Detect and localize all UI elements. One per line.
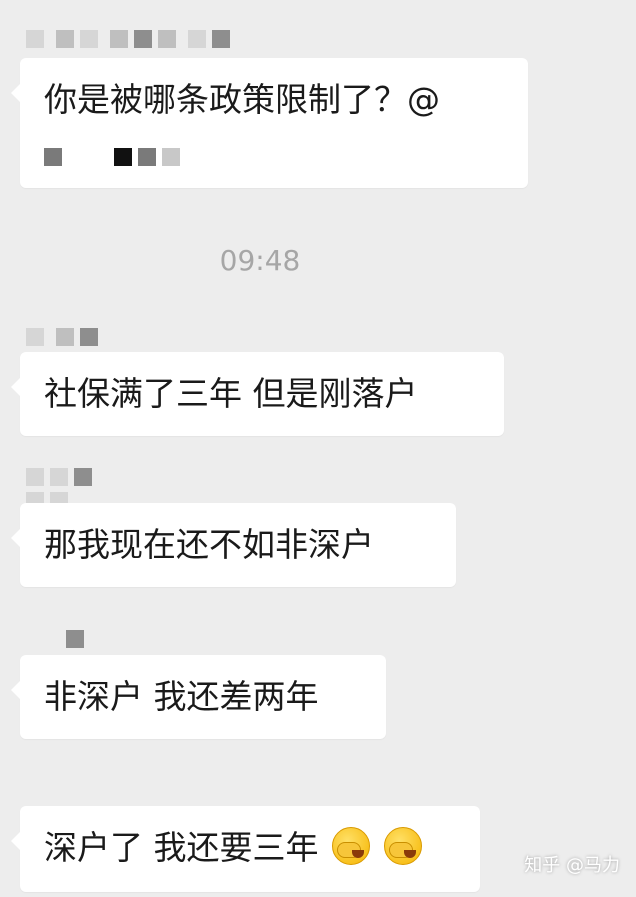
message-bubble[interactable]: 深户了 我还要三年 [11, 806, 480, 892]
message-text: 你是被哪条政策限制了？@ [44, 80, 440, 119]
message-text: 非深户 我还差两年 [44, 677, 319, 716]
watermark: 知乎 @马力 [524, 855, 620, 876]
message-bubble[interactable]: 那我现在还不如非深户 [11, 503, 456, 587]
facepalm-emoji-icon [383, 827, 422, 865]
facepalm-emoji-icon [332, 827, 370, 865]
message-bubble[interactable]: 非深户 我还差两年 [11, 655, 386, 739]
message-text: 社保满了三年 但是刚落户 [44, 374, 418, 413]
message-text: 深户了 我还要三年 [44, 828, 319, 867]
sender-name-pixelated [66, 630, 84, 648]
mention-pixelated [44, 148, 180, 166]
sender-name-pixelated [26, 30, 230, 48]
message-text: 那我现在还不如非深户 [44, 525, 374, 564]
sender-name-pixelated [26, 328, 98, 346]
timestamp: 09:48 [219, 244, 301, 277]
message-bubble[interactable]: 社保满了三年 但是刚落户 [11, 352, 504, 436]
message-bubble[interactable]: 你是被哪条政策限制了？@ [11, 58, 528, 188]
